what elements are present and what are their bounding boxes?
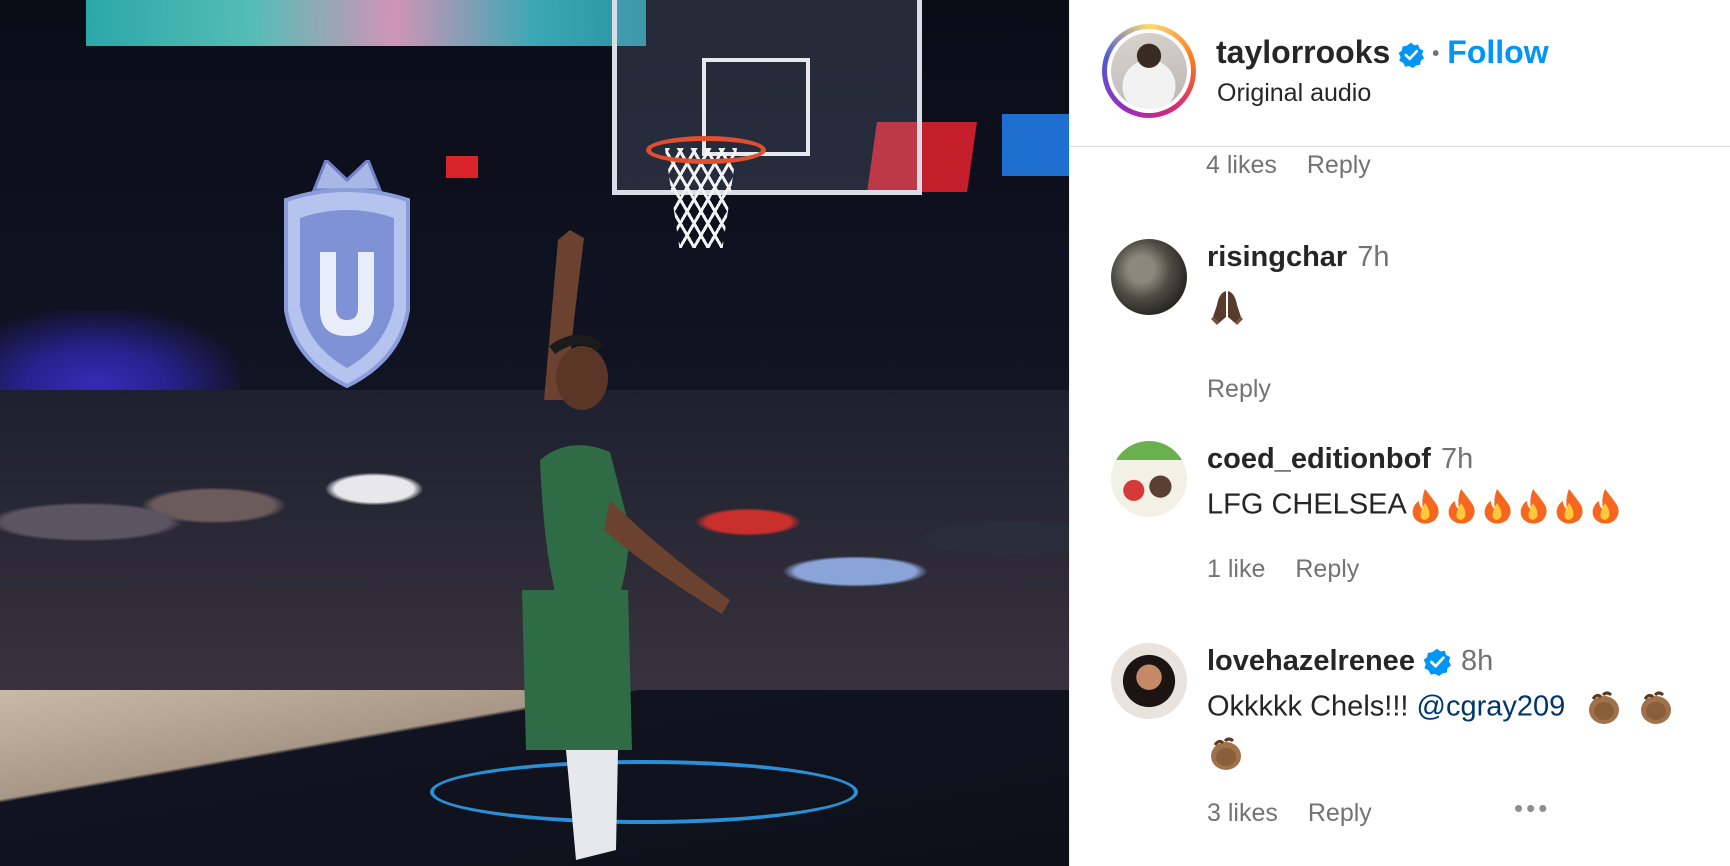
comment-time: 7h — [1357, 241, 1390, 273]
comment-text — [1207, 287, 1247, 327]
comment-time: 7h — [1440, 443, 1474, 475]
player-figure — [522, 230, 730, 860]
post-media[interactable] — [0, 0, 1069, 866]
comment-username[interactable]: coed_editionbof — [1207, 443, 1431, 475]
fire-icon — [1520, 489, 1547, 524]
story-ring-avatar[interactable] — [1102, 24, 1196, 118]
follow-button[interactable]: Follow — [1447, 34, 1548, 70]
audio-label[interactable]: Original audio — [1217, 79, 1371, 108]
basketball-rim — [646, 136, 766, 164]
clapping-hands-icon — [1589, 691, 1620, 724]
comments-list[interactable]: 4 likes Reply risingchar 7h Reply coed_e… — [1070, 147, 1730, 866]
more-options-icon[interactable]: ••• — [1514, 793, 1550, 824]
comment-meta: Reply — [1207, 375, 1301, 404]
verified-badge-icon — [1423, 649, 1451, 677]
comment-time: 8h — [1460, 645, 1494, 677]
comment-meta: 4 likes Reply — [1206, 151, 1401, 180]
league-crest-logo — [284, 160, 410, 388]
avatar[interactable] — [1111, 239, 1187, 315]
fire-icon — [1484, 489, 1511, 524]
comment-text: Okkkkk Chels!!! @cgray209 — [1207, 689, 1675, 727]
reply-button[interactable]: Reply — [1308, 799, 1372, 827]
comment-body: Okkkkk Chels!!! — [1207, 690, 1417, 723]
author-username[interactable]: taylorrooks — [1216, 34, 1390, 70]
post-sidebar: taylorrooks • Follow Original audio 4 lik… — [1069, 0, 1730, 866]
fire-icon — [1592, 489, 1619, 524]
arena-sign — [1002, 114, 1069, 176]
verified-badge-icon — [1398, 42, 1425, 68]
comment-username[interactable]: risingchar — [1207, 241, 1347, 273]
comment-meta: 1 like Reply — [1207, 555, 1389, 584]
likes-count[interactable]: 3 likes — [1207, 799, 1278, 827]
fire-icon — [1448, 489, 1475, 524]
comment-username[interactable]: lovehazelrenee — [1207, 645, 1415, 677]
praying-hands-icon — [1211, 291, 1243, 325]
mention-link[interactable]: @cgray209 — [1417, 691, 1566, 723]
clapping-hands-icon — [1211, 737, 1241, 770]
likes-count[interactable]: 4 likes — [1206, 151, 1277, 179]
clapping-hands-icon — [1641, 691, 1672, 724]
reply-button[interactable]: Reply — [1307, 151, 1371, 179]
arena-video-screen — [86, 0, 646, 46]
comment-body: LFG CHELSEA — [1207, 488, 1407, 521]
reply-button[interactable]: Reply — [1207, 375, 1271, 403]
post-header: taylorrooks • Follow Original audio — [1070, 0, 1730, 147]
avatar[interactable] — [1111, 643, 1187, 719]
separator-dot: • — [1432, 43, 1440, 66]
comment-meta: 3 likes Reply — [1207, 799, 1402, 828]
exit-sign — [446, 156, 478, 178]
comment-text: LFG CHELSEA — [1207, 487, 1623, 525]
likes-count[interactable]: 1 like — [1207, 555, 1265, 583]
avatar[interactable] — [1111, 441, 1187, 517]
reply-button[interactable]: Reply — [1295, 555, 1359, 583]
avatar — [1111, 33, 1187, 109]
fire-icon — [1412, 489, 1439, 524]
fire-icon — [1556, 489, 1583, 524]
